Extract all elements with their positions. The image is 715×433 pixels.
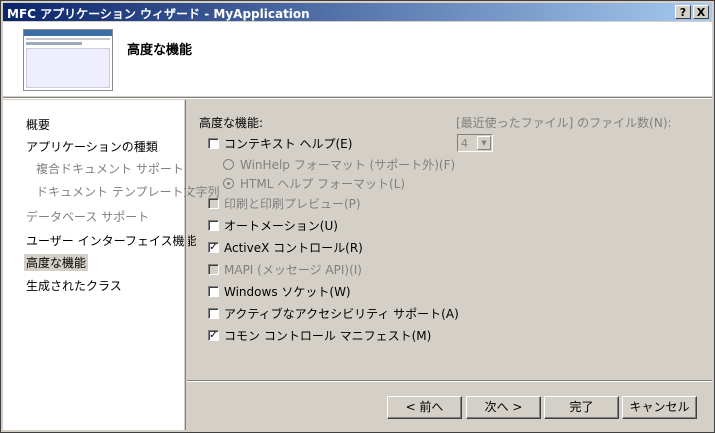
help-button[interactable]: ?	[675, 5, 691, 19]
checkbox-label: ActiveX コントロール(R)	[224, 241, 363, 255]
automation-checkbox[interactable]: オートメーション(U)	[208, 217, 338, 234]
accessibility-checkbox[interactable]: アクティブなアクセシビリティ サポート(A)	[208, 305, 459, 322]
nav-item-ui-features[interactable]: ユーザー インターフェイス機能	[26, 232, 197, 249]
winhelp-radio[interactable]: WinHelp フォーマット (サポート外)(F)	[223, 156, 455, 173]
nav-item-application-type[interactable]: アプリケーションの種類	[26, 138, 158, 155]
radio-dot[interactable]	[223, 178, 234, 189]
app-preview-icon	[23, 29, 113, 91]
mru-count-combo[interactable]: 4 ▼	[457, 134, 493, 152]
advanced-features-label: 高度な機能:	[199, 116, 264, 130]
radio-dot[interactable]	[223, 159, 234, 170]
button-divider	[187, 380, 712, 382]
common-control-manifest-checkbox[interactable]: ✓ コモン コントロール マニフェスト(M)	[208, 327, 431, 344]
activex-controls-checkbox[interactable]: ✓ ActiveX コントロール(R)	[208, 239, 363, 256]
checkbox-box[interactable]	[208, 308, 219, 319]
checkbox-label: 印刷と印刷プレビュー(P)	[224, 197, 361, 211]
checkbox-label: Windows ソケット(W)	[224, 285, 351, 299]
finish-button[interactable]: 完了	[544, 396, 619, 419]
radio-label: HTML ヘルプ フォーマット(L)	[240, 177, 406, 191]
cancel-button[interactable]: キャンセル	[622, 396, 697, 419]
radio-label: WinHelp フォーマット (サポート外)(F)	[240, 158, 456, 172]
header-divider	[3, 97, 712, 99]
print-preview-checkbox[interactable]: 印刷と印刷プレビュー(P)	[208, 195, 361, 212]
next-button[interactable]: 次へ >	[466, 396, 541, 419]
mru-count-value: 4	[461, 137, 468, 150]
htmlhelp-radio[interactable]: HTML ヘルプ フォーマット(L)	[223, 175, 405, 192]
nav-item-compound-document[interactable]: 複合ドキュメント サポート	[36, 160, 184, 177]
nav-item-advanced-features[interactable]: 高度な機能	[24, 254, 89, 271]
checkbox-box[interactable]	[208, 198, 219, 209]
nav-item-overview[interactable]: 概要	[26, 116, 50, 133]
wizard-nav: 概要 アプリケーションの種類 複合ドキュメント サポート ドキュメント テンプレ…	[3, 100, 219, 430]
wizard-header: 高度な機能	[3, 22, 712, 96]
mru-count-label: [最近使ったファイル] のファイル数(N):	[456, 116, 672, 130]
checkbox-label: コンテキスト ヘルプ(E)	[224, 137, 353, 151]
checkbox-box[interactable]	[208, 138, 219, 149]
checkbox-box[interactable]	[208, 264, 219, 275]
window-title: MFC アプリケーション ウィザード - MyApplication	[7, 7, 310, 21]
checkbox-box[interactable]: ✓	[208, 242, 219, 253]
checkbox-box[interactable]: ✓	[208, 330, 219, 341]
checkbox-label: MAPI (メッセージ API)(I)	[224, 263, 362, 277]
windows-sockets-checkbox[interactable]: Windows ソケット(W)	[208, 283, 351, 300]
back-button[interactable]: < 前へ	[387, 396, 462, 419]
close-button[interactable]: X	[693, 5, 709, 19]
checkbox-box[interactable]	[208, 220, 219, 231]
checkbox-label: コモン コントロール マニフェスト(M)	[224, 329, 432, 343]
title-bar[interactable]: MFC アプリケーション ウィザード - MyApplication ? X	[3, 3, 712, 21]
checkbox-box[interactable]	[208, 286, 219, 297]
wizard-window: MFC アプリケーション ウィザード - MyApplication ? X 高…	[0, 0, 715, 433]
checkbox-label: アクティブなアクセシビリティ サポート(A)	[224, 307, 459, 321]
nav-item-database-support[interactable]: データベース サポート	[26, 208, 149, 225]
page-title: 高度な機能	[127, 43, 193, 58]
nav-item-generated-classes[interactable]: 生成されたクラス	[26, 277, 122, 294]
context-help-checkbox[interactable]: コンテキスト ヘルプ(E)	[208, 135, 352, 152]
checkbox-label: オートメーション(U)	[224, 219, 338, 233]
chevron-down-icon[interactable]: ▼	[477, 136, 491, 150]
nav-item-document-template[interactable]: ドキュメント テンプレート文字列	[36, 183, 219, 200]
mapi-checkbox[interactable]: MAPI (メッセージ API)(I)	[208, 261, 362, 278]
